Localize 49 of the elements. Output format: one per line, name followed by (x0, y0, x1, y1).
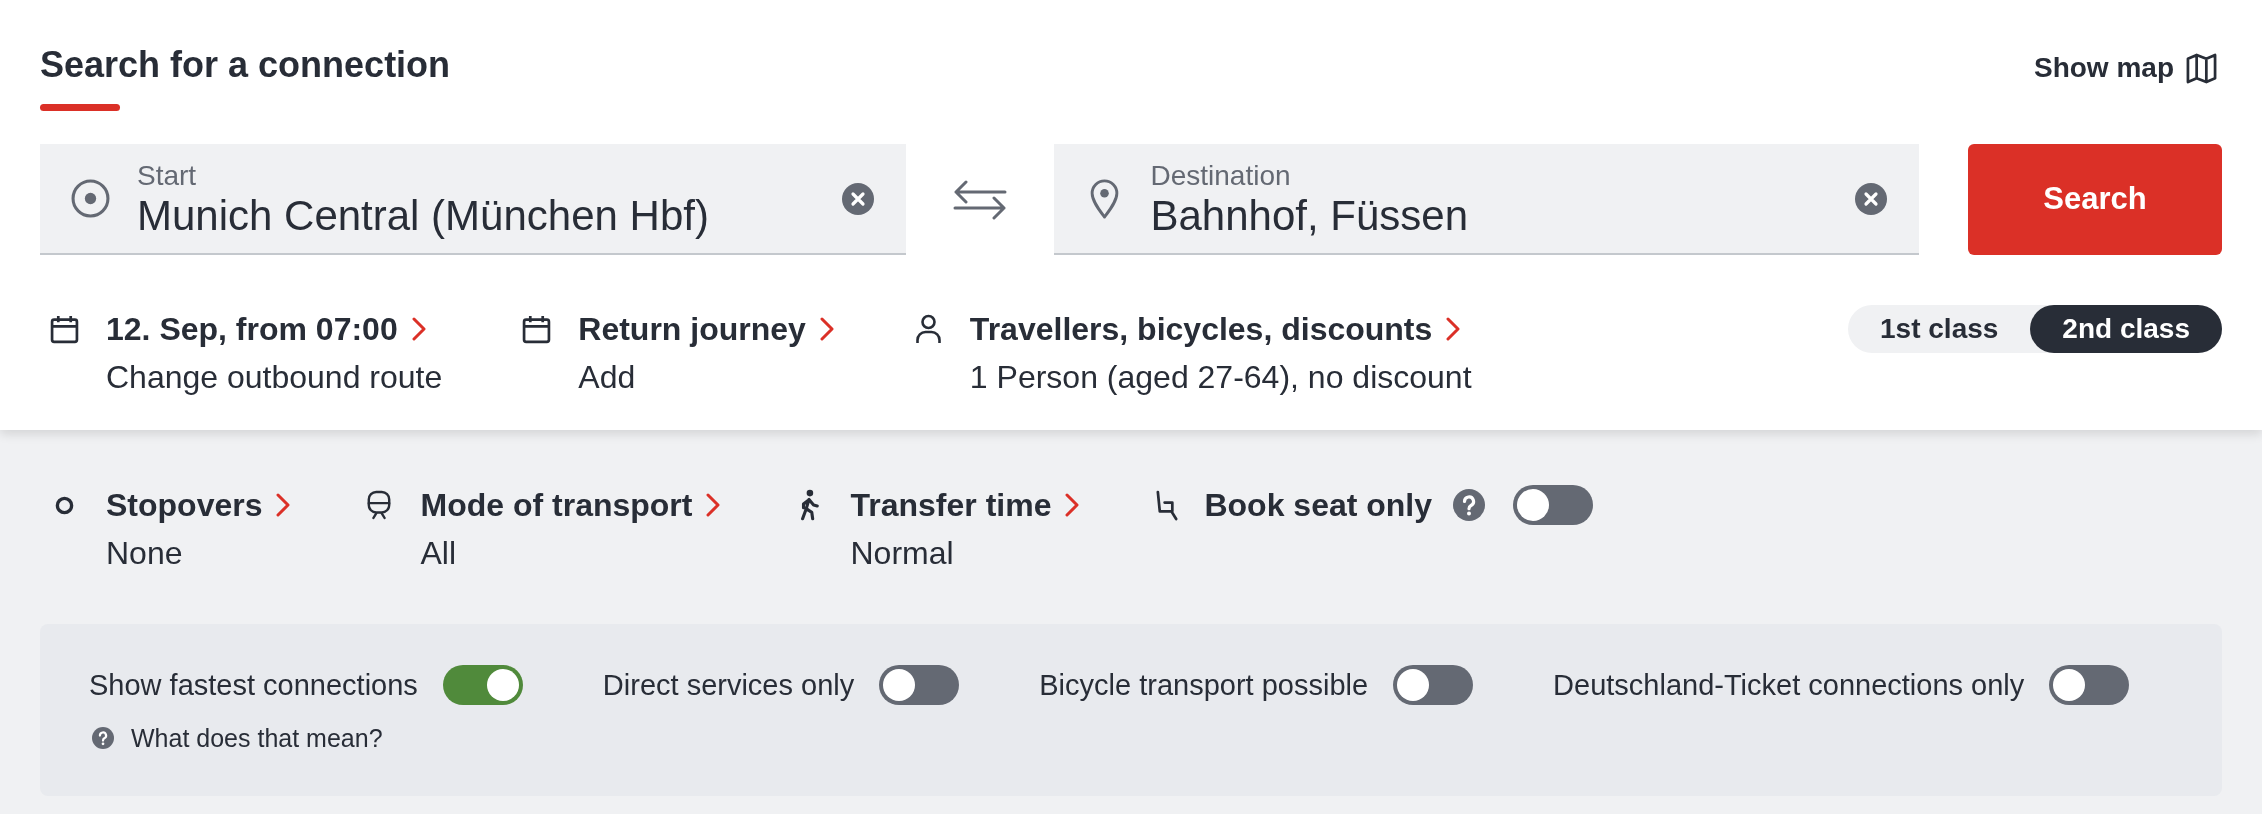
date-link[interactable]: 12. Sep, from 07:00 (106, 305, 426, 353)
search-button[interactable]: Search (1968, 144, 2222, 255)
chevron-icon (1446, 317, 1461, 341)
chevron-icon (819, 317, 834, 341)
chevron-icon (411, 317, 426, 341)
option-value: Add (578, 358, 636, 397)
transport-mode-link[interactable]: Mode of transport (420, 481, 721, 529)
help-icon (1453, 489, 1486, 521)
option-value: Change outbound route (106, 358, 443, 397)
class-tab[interactable]: 1st class (1848, 305, 2031, 353)
calendar-icon (522, 314, 552, 344)
map-icon (2186, 52, 2217, 84)
class-tab[interactable]: 2nd class (2030, 305, 2222, 353)
destination-field[interactable]: Destination Bahnhof, Füssen (1053, 144, 1919, 255)
chevron-icon (276, 493, 291, 517)
seat-option-label: Book seat only (1204, 486, 1433, 525)
toggle-switch[interactable] (1393, 665, 1474, 705)
toggle-switch[interactable] (2049, 665, 2130, 705)
help-icon (92, 727, 114, 749)
chevron-icon (706, 493, 721, 517)
toggle-label: Show fastest connections (89, 668, 418, 703)
help-link[interactable]: What does that mean? (92, 720, 383, 756)
option-value: Normal (850, 534, 954, 573)
location-pin-icon (1088, 178, 1120, 219)
clear-icon[interactable] (841, 182, 874, 215)
toggle-switch[interactable] (879, 665, 960, 705)
train-front-icon (366, 490, 392, 520)
ring-icon (55, 495, 74, 515)
toggle-label: Bicycle transport possible (1039, 668, 1369, 703)
return-journey-link[interactable]: Return journey (578, 305, 834, 353)
toggle-label: Direct services only (602, 668, 855, 703)
start-field[interactable]: Start Munich Central (München Hbf) (40, 144, 906, 255)
option-value: None (106, 534, 183, 573)
option-value: 1 Person (aged 27-64), no discount (969, 358, 1472, 397)
target-icon (71, 179, 110, 218)
travellers-link[interactable]: Travellers, bicycles, discounts (969, 305, 1461, 353)
swap-arrows-icon[interactable] (951, 179, 1008, 220)
page-title: Search for a connection (40, 43, 451, 87)
toggle-switch[interactable] (1513, 485, 1594, 525)
option-value: All (420, 534, 457, 573)
toggle-label: Deutschland-Ticket connections only (1553, 668, 2025, 703)
calendar-icon (50, 314, 79, 344)
toggle-switch[interactable] (442, 665, 523, 705)
person-icon (913, 314, 943, 344)
chevron-icon (1065, 493, 1080, 517)
clear-icon[interactable] (1855, 182, 1887, 215)
show-map-button[interactable]: Show map (2034, 51, 2217, 85)
stopovers-link[interactable]: Stopovers (106, 481, 291, 529)
transfer-time-link[interactable]: Transfer time (850, 481, 1080, 529)
